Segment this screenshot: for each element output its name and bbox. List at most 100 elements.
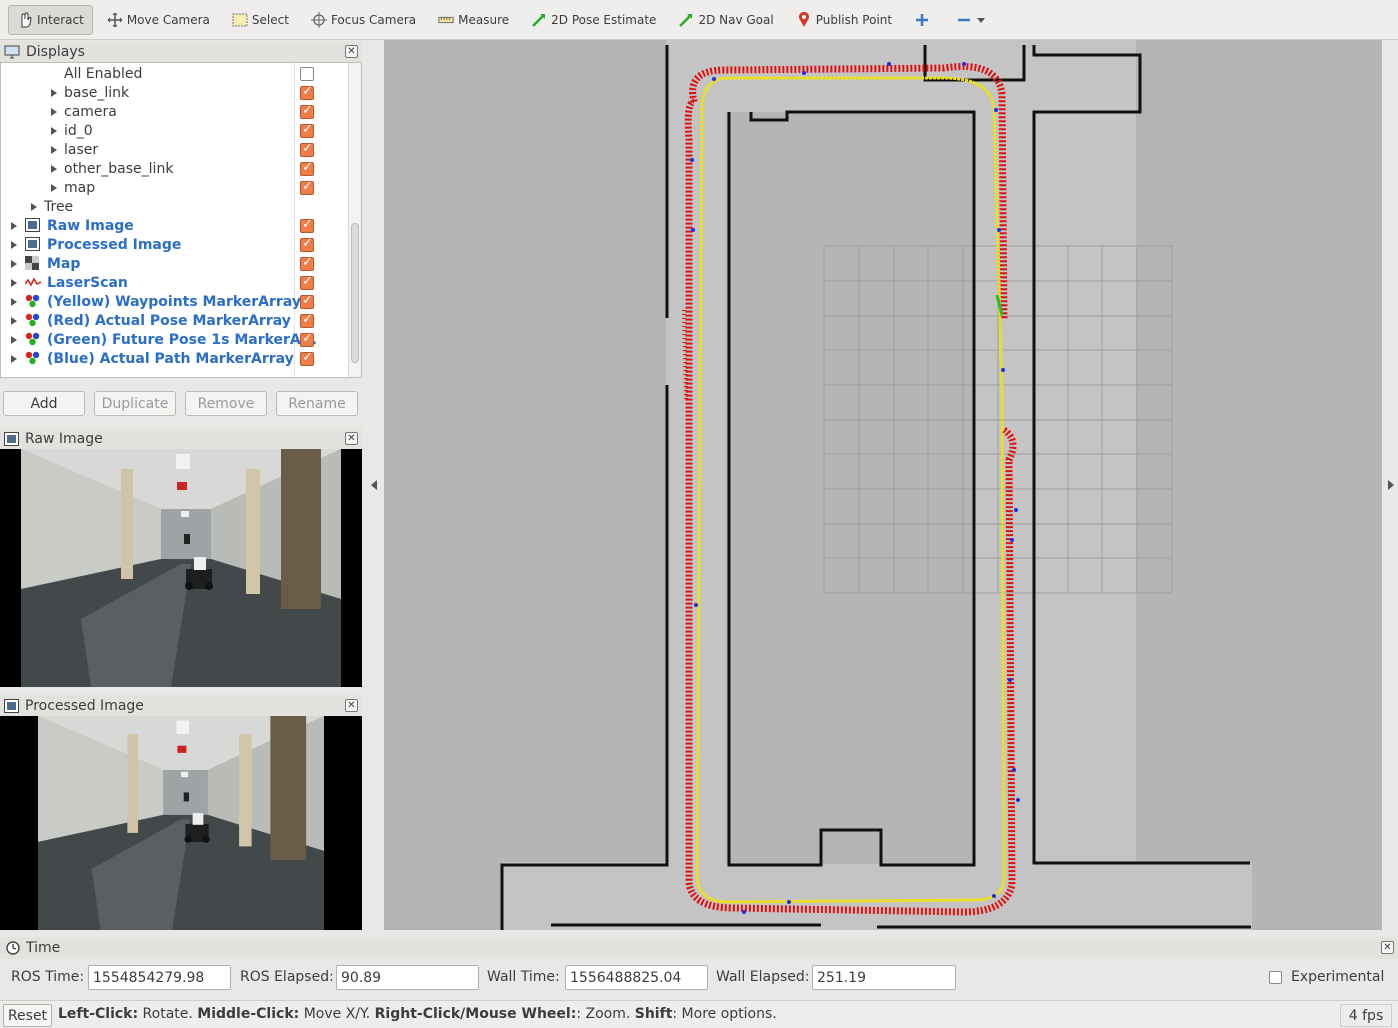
hint-text: Move X/Y. — [299, 1006, 375, 1022]
remove-display-button[interactable]: Remove — [185, 391, 267, 416]
expand-arrow-icon[interactable] — [11, 221, 17, 230]
tree-row-all-enabled[interactable]: All Enabled — [1, 64, 349, 83]
laserscan-icon — [24, 276, 42, 292]
focus-camera-icon — [310, 11, 327, 28]
image-icon — [25, 218, 40, 236]
wall-elapsed-field[interactable]: 251.19 — [812, 965, 956, 990]
displays-close-button[interactable]: ✕ — [345, 45, 358, 58]
tree-row-map[interactable]: Map — [1, 254, 349, 273]
expand-arrow-icon[interactable] — [31, 202, 37, 211]
focus-camera-tool-button[interactable]: Focus Camera — [303, 5, 424, 35]
nav-goal-tool-button[interactable]: 2D Nav Goal — [670, 5, 781, 35]
pose-estimate-tool-button[interactable]: 2D Pose Estimate — [523, 5, 664, 35]
enable-checkbox[interactable] — [300, 236, 314, 252]
hand-icon — [17, 11, 33, 28]
enable-checkbox[interactable] — [300, 293, 314, 309]
ros-elapsed-field[interactable]: 90.89 — [336, 965, 479, 990]
tree-row-laser[interactable]: laser — [1, 140, 349, 159]
render-3d-view[interactable] — [384, 40, 1382, 930]
processed-image-close-button[interactable]: ✕ — [345, 699, 358, 712]
image-icon — [4, 699, 19, 713]
tree-row-actual-path[interactable]: (Blue) Actual Path MarkerArray — [1, 349, 349, 368]
select-tool-button[interactable]: Select — [224, 5, 297, 35]
tree-row-actual-pose[interactable]: (Red) Actual Pose MarkerArray — [1, 311, 349, 330]
expand-arrow-icon[interactable] — [51, 183, 57, 192]
measure-label: Measure — [458, 12, 510, 27]
interact-tool-button[interactable]: Interact — [8, 4, 93, 35]
enable-checkbox[interactable] — [300, 350, 314, 366]
experimental-checkbox[interactable] — [1269, 971, 1282, 984]
focus-camera-label: Focus Camera — [330, 12, 417, 27]
expand-arrow-icon[interactable] — [11, 259, 17, 268]
hallway-processed-image — [38, 716, 324, 930]
tree-row-future-pose[interactable]: (Green) Future Pose 1s MarkerA... — [1, 330, 349, 349]
enable-checkbox[interactable] — [300, 179, 314, 195]
expand-arrow-icon[interactable] — [51, 145, 57, 154]
wall-time-label: Wall Time: — [487, 969, 560, 985]
expand-arrow-icon[interactable] — [51, 107, 57, 116]
tree-row-raw-image[interactable]: Raw Image — [1, 216, 349, 235]
enable-checkbox[interactable] — [300, 122, 314, 138]
expand-arrow-icon[interactable] — [51, 88, 57, 97]
hint-text: : Zoom. — [576, 1006, 635, 1022]
expand-arrow-icon[interactable] — [11, 297, 17, 306]
expand-arrow-icon[interactable] — [11, 278, 17, 287]
interact-label: Interact — [37, 12, 84, 27]
tree-row-tree[interactable]: Tree — [1, 197, 349, 216]
enable-checkbox[interactable] — [300, 103, 314, 119]
tree-row-camera[interactable]: camera — [1, 102, 349, 121]
tree-label: Processed Image — [47, 236, 182, 253]
map-render[interactable] — [384, 40, 1382, 930]
left-splitter[interactable] — [364, 40, 384, 930]
tree-row-id-0[interactable]: id_0 — [1, 121, 349, 140]
minus-icon — [956, 12, 972, 28]
collapse-left-icon[interactable] — [371, 480, 377, 490]
right-splitter[interactable] — [1382, 40, 1398, 930]
expand-arrow-icon[interactable] — [51, 126, 57, 135]
add-tool-button[interactable] — [906, 5, 942, 35]
displays-title: Displays — [26, 44, 85, 60]
tree-row-other-base-link[interactable]: other_base_link — [1, 159, 349, 178]
enable-checkbox[interactable] — [300, 274, 314, 290]
main-toolbar: Interact Move Camera Select Focus Camera… — [0, 0, 1398, 40]
map-free-space — [502, 862, 1252, 930]
publish-point-tool-button[interactable]: Publish Point — [788, 5, 900, 35]
enable-checkbox[interactable] — [300, 217, 314, 233]
reset-button[interactable]: Reset — [3, 1004, 52, 1027]
tree-row-laserscan[interactable]: LaserScan — [1, 273, 349, 292]
expand-arrow-icon[interactable] — [11, 335, 17, 344]
rename-display-button[interactable]: Rename — [276, 391, 358, 416]
duplicate-display-button[interactable]: Duplicate — [94, 391, 176, 416]
scrollbar-thumb[interactable] — [351, 223, 359, 363]
tree-scrollbar[interactable] — [348, 63, 361, 377]
fps-counter: 4 fps — [1340, 1004, 1392, 1027]
enable-checkbox[interactable] — [300, 160, 314, 176]
enable-checkbox[interactable] — [300, 141, 314, 157]
move-camera-tool-button[interactable]: Move Camera — [99, 5, 218, 35]
enable-checkbox[interactable] — [300, 66, 314, 81]
tree-label: All Enabled — [64, 65, 143, 82]
hint-text: : More options. — [672, 1006, 777, 1022]
remove-tool-menu[interactable] — [948, 5, 998, 35]
enable-checkbox[interactable] — [300, 84, 314, 100]
time-close-button[interactable]: ✕ — [1381, 941, 1394, 954]
tree-label: (Green) Future Pose 1s MarkerA... — [47, 331, 317, 348]
enable-checkbox[interactable] — [300, 331, 314, 347]
tree-row-waypoints[interactable]: (Yellow) Waypoints MarkerArray — [1, 292, 349, 311]
processed-image-panel-header: Processed Image ✕ — [0, 695, 362, 717]
ros-time-field[interactable]: 1554854279.98 — [88, 965, 231, 990]
add-display-button[interactable]: Add — [3, 391, 85, 416]
tree-row-processed-image[interactable]: Processed Image — [1, 235, 349, 254]
enable-checkbox[interactable] — [300, 312, 314, 328]
expand-arrow-icon[interactable] — [11, 316, 17, 325]
tree-row-base-link[interactable]: base_link — [1, 83, 349, 102]
expand-arrow-icon[interactable] — [11, 240, 17, 249]
tree-row-map-frame[interactable]: map — [1, 178, 349, 197]
expand-arrow-icon[interactable] — [11, 354, 17, 363]
wall-time-field[interactable]: 1556488825.04 — [565, 965, 708, 990]
raw-image-close-button[interactable]: ✕ — [345, 432, 358, 445]
collapse-right-icon[interactable] — [1388, 480, 1394, 490]
enable-checkbox[interactable] — [300, 255, 314, 271]
expand-arrow-icon[interactable] — [51, 164, 57, 173]
measure-tool-button[interactable]: Measure — [430, 5, 517, 35]
